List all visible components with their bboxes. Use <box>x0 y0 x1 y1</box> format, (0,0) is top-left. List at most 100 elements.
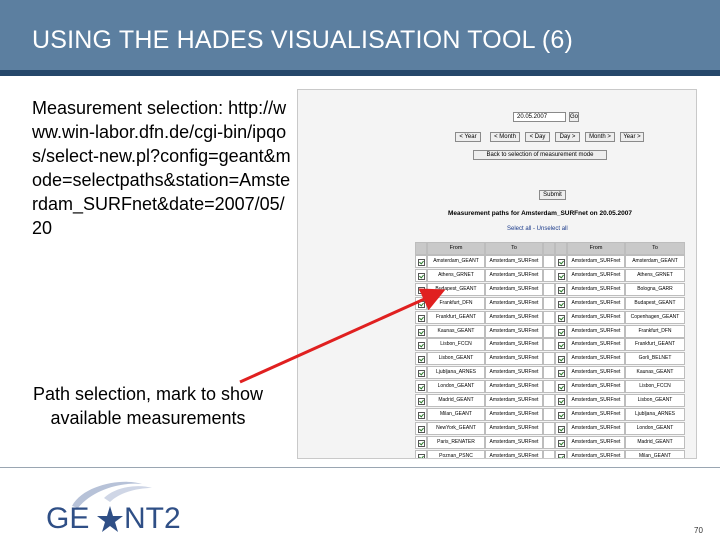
path-checkbox[interactable] <box>415 449 427 458</box>
checkbox-checked-icon[interactable] <box>557 356 565 364</box>
table-row: Madrid_GEANT Amsterdam_SURFnet Amsterdam_S… <box>415 394 695 407</box>
path-checkbox[interactable] <box>415 407 427 421</box>
path-checkbox[interactable] <box>555 255 567 268</box>
checkbox-checked-icon[interactable] <box>557 272 565 280</box>
header-spacer <box>555 242 567 255</box>
path-checkbox[interactable] <box>415 310 427 324</box>
table-row: NewYork_GEANT Amsterdam_SURFnet Amsterdam_… <box>415 421 695 435</box>
checkbox-checked-icon[interactable] <box>557 411 565 419</box>
slide-title: USING THE HADES VISUALISATION TOOL (6) <box>32 26 574 54</box>
checkbox-checked-icon[interactable] <box>557 425 565 433</box>
cell-spacer <box>543 435 555 449</box>
select-all-links[interactable]: Select all - Unselect all <box>507 226 568 232</box>
path-checkbox[interactable] <box>415 421 427 435</box>
station-cell: Ljubljana_ARNES <box>427 366 485 380</box>
checkbox-checked-icon[interactable] <box>557 328 565 336</box>
path-checkbox[interactable] <box>415 282 427 296</box>
go-button[interactable]: Go <box>569 112 579 122</box>
checkbox-checked-icon[interactable] <box>417 439 425 447</box>
checkbox-checked-icon[interactable] <box>557 314 565 322</box>
path-checkbox[interactable] <box>415 380 427 394</box>
checkbox-checked-icon[interactable] <box>417 328 425 336</box>
paths-title: Measurement paths for Amsterdam_SURFnet … <box>448 210 632 217</box>
station-cell: Amsterdam_SURFnet <box>567 338 625 352</box>
table-row: Lisbon_GEANT Amsterdam_SURFnet Amsterdam_S… <box>415 352 695 366</box>
table-row: Frankfurt_DFN Amsterdam_SURFnet Amsterdam_… <box>415 296 695 310</box>
checkbox-checked-icon[interactable] <box>417 342 425 350</box>
path-checkbox[interactable] <box>415 296 427 310</box>
nav-button-1[interactable]: < Month <box>490 132 520 142</box>
path-checkbox[interactable] <box>555 338 567 352</box>
checkbox-checked-icon[interactable] <box>557 439 565 447</box>
checkbox-checked-icon[interactable] <box>417 370 425 378</box>
nav-button-3[interactable]: Day > <box>555 132 580 142</box>
checkbox-checked-icon[interactable] <box>557 286 565 294</box>
svg-text:GE: GE <box>46 502 89 535</box>
table-header: From To From To <box>415 242 695 255</box>
path-checkbox[interactable] <box>555 324 567 338</box>
path-checkbox[interactable] <box>555 407 567 421</box>
path-checkbox[interactable] <box>415 352 427 366</box>
path-checkbox[interactable] <box>555 296 567 310</box>
checkbox-checked-icon[interactable] <box>557 342 565 350</box>
path-checkbox[interactable] <box>415 435 427 449</box>
nav-button-2[interactable]: < Day <box>525 132 550 142</box>
path-checkbox[interactable] <box>415 338 427 352</box>
checkbox-checked-icon[interactable] <box>557 453 565 458</box>
path-checkbox[interactable] <box>555 449 567 458</box>
station-cell: Amsterdam_SURFnet <box>485 324 543 338</box>
checkbox-checked-icon[interactable] <box>557 398 565 405</box>
cell-spacer <box>543 380 555 394</box>
station-cell: Amsterdam_SURFnet <box>485 380 543 394</box>
station-cell: Amsterdam_SURFnet <box>567 435 625 449</box>
title-rule <box>0 70 720 76</box>
date-input[interactable]: 20.05.2007 <box>513 112 566 122</box>
path-checkbox[interactable] <box>555 282 567 296</box>
checkbox-checked-icon[interactable] <box>417 300 425 308</box>
path-checkbox[interactable] <box>555 352 567 366</box>
checkbox-checked-icon[interactable] <box>417 356 425 364</box>
station-cell: Amsterdam_SURFnet <box>567 366 625 380</box>
table-row: Kaunas_GEANT Amsterdam_SURFnet Amsterdam_S… <box>415 324 695 338</box>
path-checkbox[interactable] <box>555 268 567 282</box>
path-checkbox[interactable] <box>555 366 567 380</box>
station-cell: Amsterdam_SURFnet <box>567 449 625 458</box>
path-checkbox[interactable] <box>555 394 567 407</box>
submit-button[interactable]: Submit <box>539 190 566 200</box>
station-cell: London_GEANT <box>427 380 485 394</box>
checkbox-checked-icon[interactable] <box>557 384 565 392</box>
path-checkbox[interactable] <box>415 268 427 282</box>
checkbox-checked-icon[interactable] <box>417 286 425 294</box>
station-cell: Lisbon_FCCN <box>625 380 685 394</box>
station-cell: Frankfurt_GEANT <box>427 310 485 324</box>
station-cell: Amsterdam_SURFnet <box>485 255 543 268</box>
station-cell: Frankfurt_DFN <box>625 324 685 338</box>
back-to-selection-button[interactable]: Back to selection of measurement mode <box>473 150 607 160</box>
nav-button-5[interactable]: Year > <box>620 132 644 142</box>
nav-button-0[interactable]: < Year <box>455 132 481 142</box>
path-checkbox[interactable] <box>555 380 567 394</box>
path-checkbox[interactable] <box>415 394 427 407</box>
checkbox-checked-icon[interactable] <box>417 425 425 433</box>
checkbox-checked-icon[interactable] <box>557 259 565 266</box>
path-checkbox[interactable] <box>555 435 567 449</box>
path-checkbox[interactable] <box>415 366 427 380</box>
checkbox-checked-icon[interactable] <box>417 259 425 266</box>
path-checkbox[interactable] <box>415 324 427 338</box>
path-checkbox[interactable] <box>555 421 567 435</box>
checkbox-checked-icon[interactable] <box>417 398 425 405</box>
checkbox-checked-icon[interactable] <box>417 453 425 458</box>
station-cell: Amsterdam_SURFnet <box>485 352 543 366</box>
title-bar: USING THE HADES VISUALISATION TOOL (6) <box>0 0 720 70</box>
checkbox-checked-icon[interactable] <box>557 300 565 308</box>
path-checkbox[interactable] <box>555 310 567 324</box>
checkbox-checked-icon[interactable] <box>557 370 565 378</box>
station-cell: Amsterdam_SURFnet <box>485 366 543 380</box>
checkbox-checked-icon[interactable] <box>417 314 425 322</box>
checkbox-checked-icon[interactable] <box>417 272 425 280</box>
checkbox-checked-icon[interactable] <box>417 411 425 419</box>
svg-text:NT2: NT2 <box>124 502 181 535</box>
nav-button-4[interactable]: Month > <box>585 132 615 142</box>
path-checkbox[interactable] <box>415 255 427 268</box>
checkbox-checked-icon[interactable] <box>417 384 425 392</box>
